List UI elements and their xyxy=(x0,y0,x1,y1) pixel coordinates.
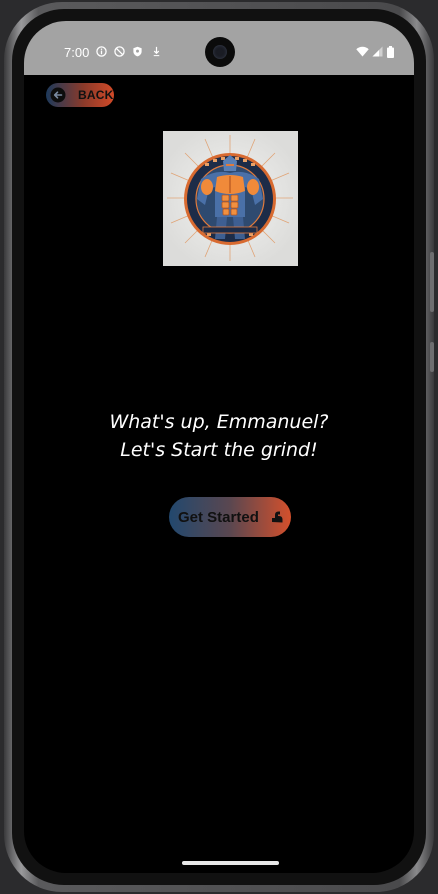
greeting-line-1: What's up, Emmanuel? xyxy=(109,411,329,433)
status-bar: 7:00 xyxy=(24,21,414,75)
camera-lens xyxy=(213,45,227,59)
arrow-left-circle-icon xyxy=(50,87,66,103)
battery-icon xyxy=(387,46,394,58)
download-icon xyxy=(153,46,160,57)
shield-icon xyxy=(133,46,142,57)
phone-frame: 7:00 BACK What's up, Emmanuel? Let's Sta… xyxy=(4,2,434,892)
app-screen: 7:00 BACK What's up, Emmanuel? Let's Sta… xyxy=(24,21,414,873)
greeting-text: What's up, Emmanuel? Let's Start the gri… xyxy=(24,408,414,464)
app-logo xyxy=(163,131,298,266)
home-indicator[interactable] xyxy=(182,861,279,865)
greeting-line-2: Let's Start the grind! xyxy=(120,439,318,461)
front-camera xyxy=(205,37,235,67)
dnd-icon xyxy=(114,46,125,57)
status-time: 7:00 xyxy=(64,45,90,60)
back-button[interactable]: BACK xyxy=(46,83,114,107)
signal-icon xyxy=(372,46,383,57)
phone-bezel: 7:00 BACK What's up, Emmanuel? Let's Sta… xyxy=(12,9,426,885)
flexed-arm-icon xyxy=(272,511,283,523)
back-button-label: BACK xyxy=(78,88,114,102)
side-button-volume xyxy=(430,252,434,312)
info-icon xyxy=(96,46,107,57)
get-started-button[interactable]: Get Started xyxy=(169,497,291,537)
side-button-power xyxy=(430,342,434,372)
get-started-label: Get Started xyxy=(178,508,259,526)
muscular-robot-emblem-icon xyxy=(163,131,298,266)
wifi-icon xyxy=(356,46,369,57)
